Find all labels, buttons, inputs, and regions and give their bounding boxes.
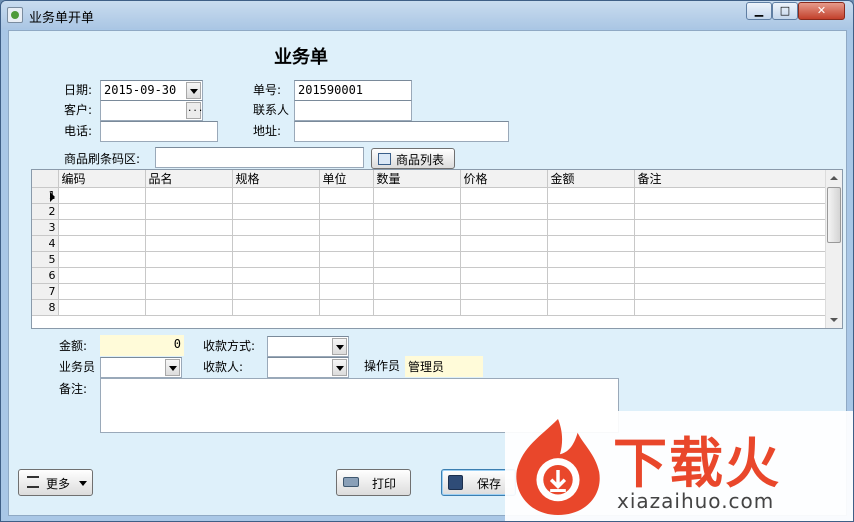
current-row-icon <box>50 192 55 202</box>
table-row[interactable]: 6 <box>32 267 827 284</box>
payee-select[interactable] <box>267 357 349 378</box>
table-row[interactable]: 4 <box>32 235 827 252</box>
payment-method-select[interactable] <box>267 336 349 357</box>
product-list-label: 商品列表 <box>396 153 445 167</box>
customer-field[interactable]: ... <box>100 100 203 121</box>
row-number: 1 <box>32 187 59 204</box>
column-header[interactable]: 金额 <box>547 170 635 188</box>
date-picker[interactable]: 2015-09-30 <box>100 80 203 101</box>
row-number: 8 <box>32 299 59 316</box>
row-number: 5 <box>32 251 59 268</box>
chevron-down-icon[interactable] <box>332 338 347 355</box>
row-number: 3 <box>32 219 59 236</box>
operator-field: 管理员 <box>405 356 483 377</box>
barcode-label: 商品刷条码区: <box>64 152 141 166</box>
grid-corner <box>32 170 59 188</box>
app-window: 业务单开单 ▁ □ ✕ 业务单 日期: 2015-09-30 单号: 20159… <box>0 0 854 522</box>
save-label: 保存 <box>477 477 502 491</box>
column-header[interactable]: 备注 <box>634 170 827 188</box>
more-button[interactable]: 更多 <box>18 469 93 496</box>
table-row[interactable]: 8 <box>32 299 827 316</box>
table-row[interactable]: 2 <box>32 203 827 220</box>
ellipsis-icon[interactable]: ... <box>186 102 202 119</box>
amount-label: 金额: <box>59 339 88 353</box>
row-number: 7 <box>32 283 59 300</box>
phone-label: 电话: <box>64 124 93 138</box>
order-no-field[interactable]: 201590001 <box>294 80 412 101</box>
minimize-button[interactable]: ▁ <box>746 2 772 20</box>
column-header[interactable]: 数量 <box>373 170 461 188</box>
maximize-button[interactable]: □ <box>772 2 798 20</box>
amount-field: 0 <box>100 335 184 356</box>
column-header[interactable]: 编码 <box>58 170 146 188</box>
table-row[interactable]: 5 <box>32 251 827 268</box>
row-number: 6 <box>32 267 59 284</box>
salesperson-select[interactable] <box>100 357 182 378</box>
date-value: 2015-09-30 <box>104 83 177 97</box>
table-row[interactable]: 1 <box>32 187 827 204</box>
items-grid[interactable]: 编码 品名 规格 单位 数量 价格 金额 备注 1 2 3 4 5 6 7 8 <box>31 169 843 329</box>
print-button[interactable]: 打印 <box>336 469 411 496</box>
order-no-label: 单号: <box>253 83 282 97</box>
scroll-thumb[interactable] <box>827 187 841 243</box>
salesperson-label: 业务员 <box>59 360 96 374</box>
form-title: 业务单 <box>274 47 328 68</box>
watermark-url: xiazaihuo.com <box>617 489 775 513</box>
column-header[interactable]: 价格 <box>460 170 548 188</box>
row-number: 2 <box>32 203 59 220</box>
grid-scrollbar[interactable] <box>825 170 842 328</box>
address-label: 地址: <box>253 124 282 138</box>
scroll-down-icon[interactable] <box>826 312 842 328</box>
print-label: 打印 <box>372 477 397 491</box>
flame-logo-icon <box>516 418 600 516</box>
chevron-down-icon[interactable] <box>332 359 347 376</box>
customer-label: 客户: <box>64 103 93 117</box>
row-number: 4 <box>32 235 59 252</box>
grid-header-row: 编码 品名 规格 单位 数量 价格 金额 备注 <box>32 170 827 188</box>
product-list-button[interactable]: 商品列表 <box>371 148 455 169</box>
column-header[interactable]: 单位 <box>319 170 374 188</box>
payment-method-label: 收款方式: <box>203 339 256 353</box>
remark-label: 备注: <box>59 382 88 396</box>
items-table: 编码 品名 规格 单位 数量 价格 金额 备注 1 2 3 4 5 6 7 8 <box>32 170 827 316</box>
window-title: 业务单开单 <box>29 11 95 26</box>
table-row[interactable]: 7 <box>32 283 827 300</box>
more-label: 更多 <box>46 477 71 491</box>
column-header[interactable]: 品名 <box>145 170 233 188</box>
operator-label: 操作员 <box>364 359 401 373</box>
printer-icon <box>343 477 359 487</box>
watermark: 下载火 xiazaihuo.com <box>505 411 853 521</box>
title-bar[interactable]: 业务单开单 ▁ □ ✕ <box>1 1 853 29</box>
payee-label: 收款人: <box>203 360 244 374</box>
floppy-disk-icon <box>448 475 463 490</box>
address-field[interactable] <box>294 121 509 142</box>
barcode-field[interactable] <box>155 147 364 168</box>
app-icon <box>7 7 23 23</box>
chevron-down-icon <box>79 481 87 486</box>
contact-label: 联系人 <box>253 103 290 117</box>
chevron-down-icon[interactable] <box>186 82 201 99</box>
contact-field[interactable] <box>294 100 412 121</box>
watermark-brand: 下载火 <box>613 432 781 495</box>
menu-icon <box>27 476 39 488</box>
scroll-up-icon[interactable] <box>826 170 842 186</box>
column-header[interactable]: 规格 <box>232 170 320 188</box>
table-row[interactable]: 3 <box>32 219 827 236</box>
date-label: 日期: <box>64 83 93 97</box>
calendar-icon <box>378 153 391 165</box>
phone-field[interactable] <box>100 121 218 142</box>
close-button[interactable]: ✕ <box>798 2 845 20</box>
chevron-down-icon[interactable] <box>165 359 180 376</box>
